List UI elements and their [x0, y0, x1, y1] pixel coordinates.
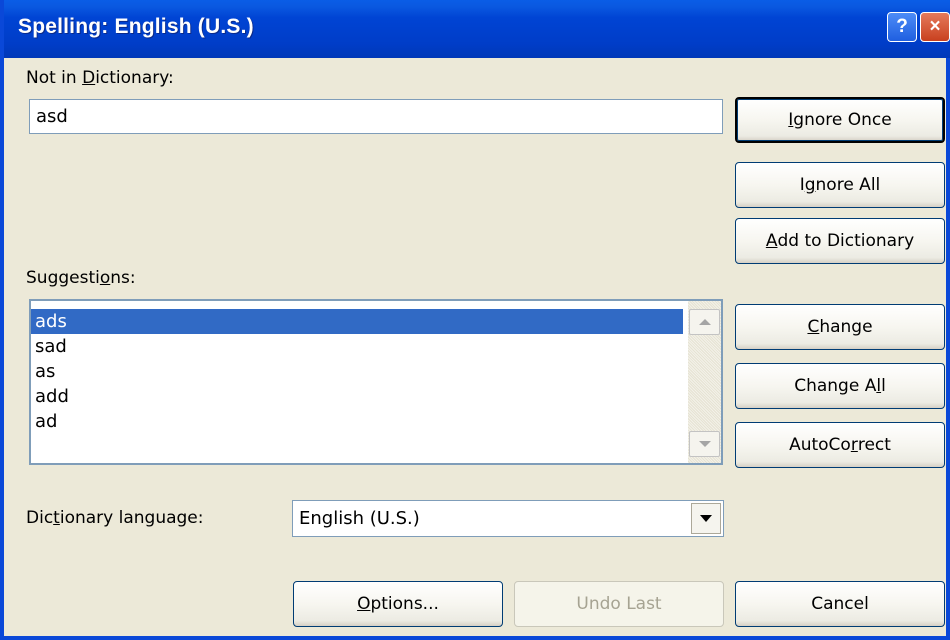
suggestion-item[interactable]: sad: [31, 334, 683, 359]
dictionary-language-value: English (U.S.): [299, 508, 420, 529]
close-button[interactable]: ×: [920, 12, 950, 42]
help-button[interactable]: ?: [887, 12, 917, 42]
scroll-up-button[interactable]: [689, 309, 720, 335]
chevron-down-icon: [700, 515, 712, 522]
add-to-dictionary-button[interactable]: Add to Dictionary: [735, 218, 945, 264]
cancel-button[interactable]: Cancel: [735, 581, 945, 627]
not-in-dictionary-value: asd: [36, 106, 68, 127]
options-button[interactable]: Options...: [293, 581, 503, 627]
suggestion-item[interactable]: as: [31, 359, 683, 384]
close-icon: ×: [929, 16, 941, 37]
arrow-down-icon: [698, 441, 711, 447]
undo-last-button[interactable]: Undo Last: [514, 581, 724, 627]
change-button[interactable]: Change: [735, 304, 945, 350]
suggestion-item[interactable]: ad: [31, 409, 683, 434]
dropdown-button[interactable]: [691, 503, 721, 534]
suggestion-item[interactable]: add: [31, 384, 683, 409]
not-in-dictionary-label: Not in Dictionary:: [26, 68, 174, 88]
suggestion-item[interactable]: ads: [31, 309, 683, 334]
ignore-all-button[interactable]: Ig nore All: [735, 162, 945, 208]
ignore-once-button[interactable]: Ignore Once: [735, 97, 945, 143]
spelling-dialog: Spelling: English (U.S.) ? × Not in Dict…: [0, 0, 950, 640]
suggestions-scrollbar[interactable]: [688, 301, 721, 463]
not-in-dictionary-field[interactable]: asd: [29, 99, 723, 134]
dictionary-language-select[interactable]: English (U.S.): [292, 500, 724, 537]
dictionary-language-label: Dictionary language:: [26, 508, 204, 528]
autocorrect-button[interactable]: AutoCo r rect: [735, 422, 945, 468]
window-title: Spelling: English (U.S.): [18, 15, 254, 38]
suggestions-label: Suggestions:: [26, 268, 136, 288]
scroll-down-button[interactable]: [689, 431, 720, 457]
arrow-up-icon: [698, 319, 711, 325]
suggestions-list[interactable]: ads sad as add ad: [29, 299, 723, 465]
help-icon: ?: [896, 16, 908, 37]
title-bar[interactable]: Spelling: English (U.S.) ? ×: [4, 0, 950, 58]
change-all-button[interactable]: Change All: [735, 363, 945, 409]
